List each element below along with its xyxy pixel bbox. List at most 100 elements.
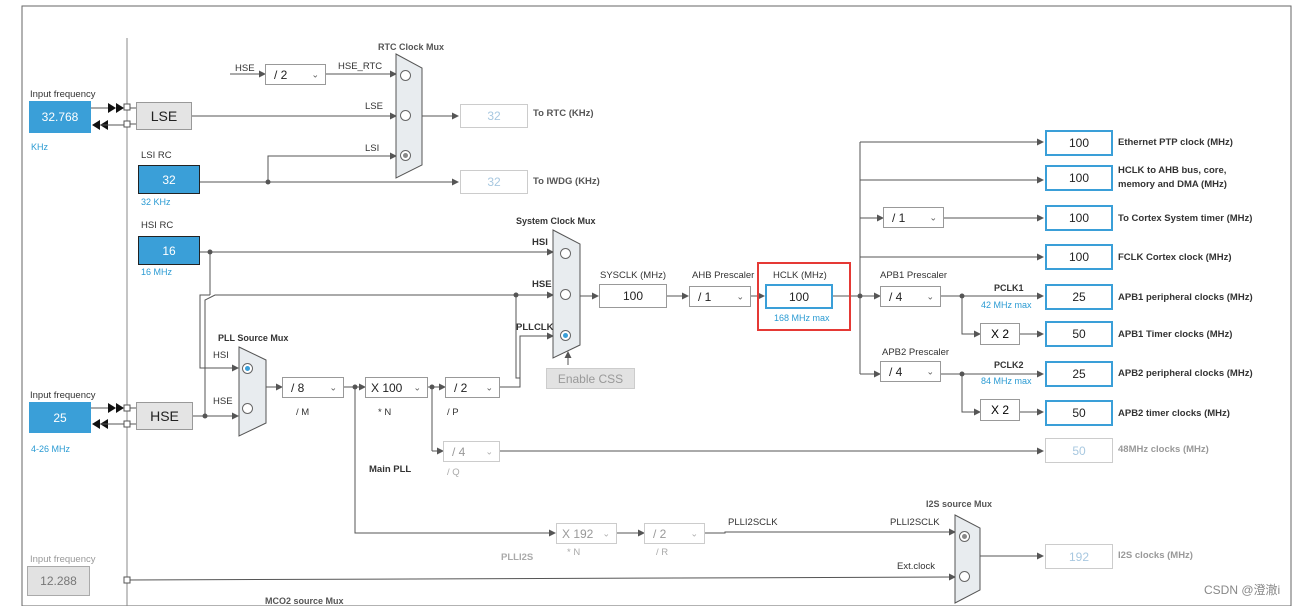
i2s-source-mux-title: I2S source Mux <box>926 499 993 509</box>
system-clock-mux-title: System Clock Mux <box>516 216 596 226</box>
hse-oscillator[interactable]: HSE <box>136 402 193 430</box>
apb2-prescaler-select[interactable]: / 4 ⌄ <box>880 361 941 382</box>
hse-input-frequency[interactable]: 25 <box>29 402 91 433</box>
hclk-ahb-label: HCLK to AHB bus, core, <box>1118 165 1227 176</box>
sysclk-label: SYSCLK (MHz) <box>600 270 666 281</box>
fclk-cortex-label: FCLK Cortex clock (MHz) <box>1118 252 1232 263</box>
pll-source-radio-hsi[interactable] <box>242 363 253 374</box>
apb1-peripheral-clocks-label: APB1 peripheral clocks (MHz) <box>1118 292 1253 303</box>
i2s-mux-radio-plli2sclk[interactable] <box>959 531 970 542</box>
pclk1-max: 42 MHz max <box>981 300 1032 310</box>
sysclk-value[interactable]: 100 <box>599 284 667 308</box>
apb2-timer-clocks-value[interactable]: 50 <box>1045 400 1113 426</box>
chevron-down-icon: ⌄ <box>926 366 934 376</box>
pll-p-divider-select[interactable]: / 2 ⌄ <box>445 377 500 398</box>
sysmux-radio-pllclk[interactable] <box>560 330 571 341</box>
sysmux-radio-hsi[interactable] <box>560 248 571 259</box>
chevron-down-icon: ⌄ <box>311 69 319 79</box>
plli2sclk-label: PLLI2SCLK <box>728 517 778 528</box>
ahb-prescaler-value: / 1 <box>698 289 712 304</box>
cortex-system-timer-label: To Cortex System timer (MHz) <box>1118 213 1253 224</box>
hse-rtc-divider-select[interactable]: / 2 ⌄ <box>265 64 326 85</box>
apb1-timer-clocks-label: APB1 Timer clocks (MHz) <box>1118 329 1233 340</box>
i2s-mux-plli2sclk-label: PLLI2SCLK <box>890 517 940 528</box>
hse-label: HSE <box>235 63 255 74</box>
apb2-peripheral-clocks-value[interactable]: 25 <box>1045 361 1113 387</box>
lsi-rc-value: 32 <box>138 165 200 194</box>
lse-unit: KHz <box>31 142 49 152</box>
to-iwdg-label: To IWDG (KHz) <box>533 176 600 187</box>
i2s-clocks-value[interactable]: 192 <box>1045 544 1113 569</box>
to-rtc-value: 32 <box>460 104 528 128</box>
hse-input-frequency-label: Input frequency <box>30 390 96 401</box>
chevron-down-icon: ⌄ <box>485 446 493 456</box>
rtc-radio-hse[interactable] <box>400 70 411 81</box>
cortex-system-timer-value[interactable]: 100 <box>1045 205 1113 231</box>
hclk-ahb-value[interactable]: 100 <box>1045 165 1113 191</box>
chevron-down-icon: ⌄ <box>929 212 937 222</box>
ahb-prescaler-select[interactable]: / 1 ⌄ <box>689 286 751 307</box>
lse-oscillator[interactable]: LSE <box>136 102 192 130</box>
cortex-timer-divider-select[interactable]: / 1 ⌄ <box>883 207 944 228</box>
i2s-input-frequency-label: Input frequency <box>30 554 96 565</box>
apb1-timer-multiplier: X 2 <box>980 323 1020 345</box>
hse-rtc-label: HSE_RTC <box>338 61 383 72</box>
48mhz-clocks-value[interactable]: 50 <box>1045 438 1113 463</box>
lse-wire-label: LSE <box>365 101 383 112</box>
sysmux-pllclk-label: PLLCLK <box>516 322 554 333</box>
cortex-timer-divider-value: / 1 <box>892 210 906 225</box>
plli2s-n-multiplier-select[interactable]: X 192 ⌄ <box>556 523 617 544</box>
hse-rtc-divider-value: / 2 <box>274 67 288 82</box>
rtc-radio-lsi[interactable] <box>400 150 411 161</box>
sysmux-hsi-label: HSI <box>532 237 548 248</box>
hclk-ahb-label-line2: memory and DMA (MHz) <box>1118 179 1227 190</box>
apb1-peripheral-clocks-value[interactable]: 25 <box>1045 284 1113 310</box>
hclk-max: 168 MHz max <box>774 313 830 323</box>
ethernet-ptp-clock-value[interactable]: 100 <box>1045 130 1113 156</box>
plli2s-r-divider-select[interactable]: / 2 ⌄ <box>644 523 705 544</box>
ethernet-ptp-clock-label: Ethernet PTP clock (MHz) <box>1118 137 1233 148</box>
pclk2-max: 84 MHz max <box>981 376 1032 386</box>
sysmux-hse-label: HSE <box>532 279 552 290</box>
pll-source-hse-label: HSE <box>213 396 233 407</box>
lse-input-frequency-label: Input frequency <box>30 89 96 100</box>
pclk2-label: PCLK2 <box>994 360 1024 370</box>
hse-range: 4-26 MHz <box>31 444 71 454</box>
pll-q-divider-select[interactable]: / 4 ⌄ <box>443 441 500 462</box>
pll-p-label: / P <box>447 407 459 418</box>
apb1-prescaler-select[interactable]: / 4 ⌄ <box>880 286 941 307</box>
lse-input-frequency[interactable]: 32.768 <box>29 101 91 133</box>
pclk1-label: PCLK1 <box>994 283 1024 293</box>
sysmux-radio-hse[interactable] <box>560 289 571 300</box>
apb1-prescaler-label: APB1 Prescaler <box>880 270 948 281</box>
fclk-cortex-value[interactable]: 100 <box>1045 244 1113 270</box>
apb2-timer-multiplier: X 2 <box>980 399 1020 421</box>
pll-n-multiplier-select[interactable]: X 100 ⌄ <box>365 377 428 398</box>
chevron-down-icon: ⌄ <box>926 291 934 301</box>
i2s-clocks-label: I2S clocks (MHz) <box>1118 550 1193 561</box>
48mhz-clocks-label: 48MHz clocks (MHz) <box>1118 444 1209 455</box>
pll-source-mux <box>238 346 267 437</box>
watermark: CSDN @澄澈i <box>1204 583 1281 597</box>
chevron-down-icon: ⌄ <box>413 382 421 392</box>
i2s-mux-radio-ext-clock[interactable] <box>959 571 970 582</box>
rtc-radio-lse[interactable] <box>400 110 411 121</box>
chevron-down-icon: ⌄ <box>329 382 337 392</box>
pll-source-radio-hse[interactable] <box>242 403 253 414</box>
enable-css-button[interactable]: Enable CSS <box>546 368 635 389</box>
i2s-input-frequency[interactable]: 12.288 <box>27 566 90 596</box>
pll-q-value: / 4 <box>452 444 466 459</box>
plli2s-r-label: / R <box>656 547 669 558</box>
hsi-rc-label: HSI RC <box>141 220 174 231</box>
apb2-peripheral-clocks-label: APB2 peripheral clocks (MHz) <box>1118 368 1253 379</box>
apb2-prescaler-value: / 4 <box>889 364 903 379</box>
hclk-value[interactable]: 100 <box>765 284 833 309</box>
apb1-timer-clocks-value[interactable]: 50 <box>1045 321 1113 347</box>
apb2-prescaler-label: APB2 Prescaler <box>882 347 950 358</box>
hsi-rc-unit: 16 MHz <box>141 267 173 277</box>
rtc-mux-title: RTC Clock Mux <box>378 42 445 52</box>
ahb-prescaler-label: AHB Prescaler <box>692 270 755 281</box>
lsi-rc-unit: 32 KHz <box>141 197 171 207</box>
pll-m-divider-select[interactable]: / 8 ⌄ <box>282 377 344 398</box>
lsi-wire-label: LSI <box>365 143 380 154</box>
